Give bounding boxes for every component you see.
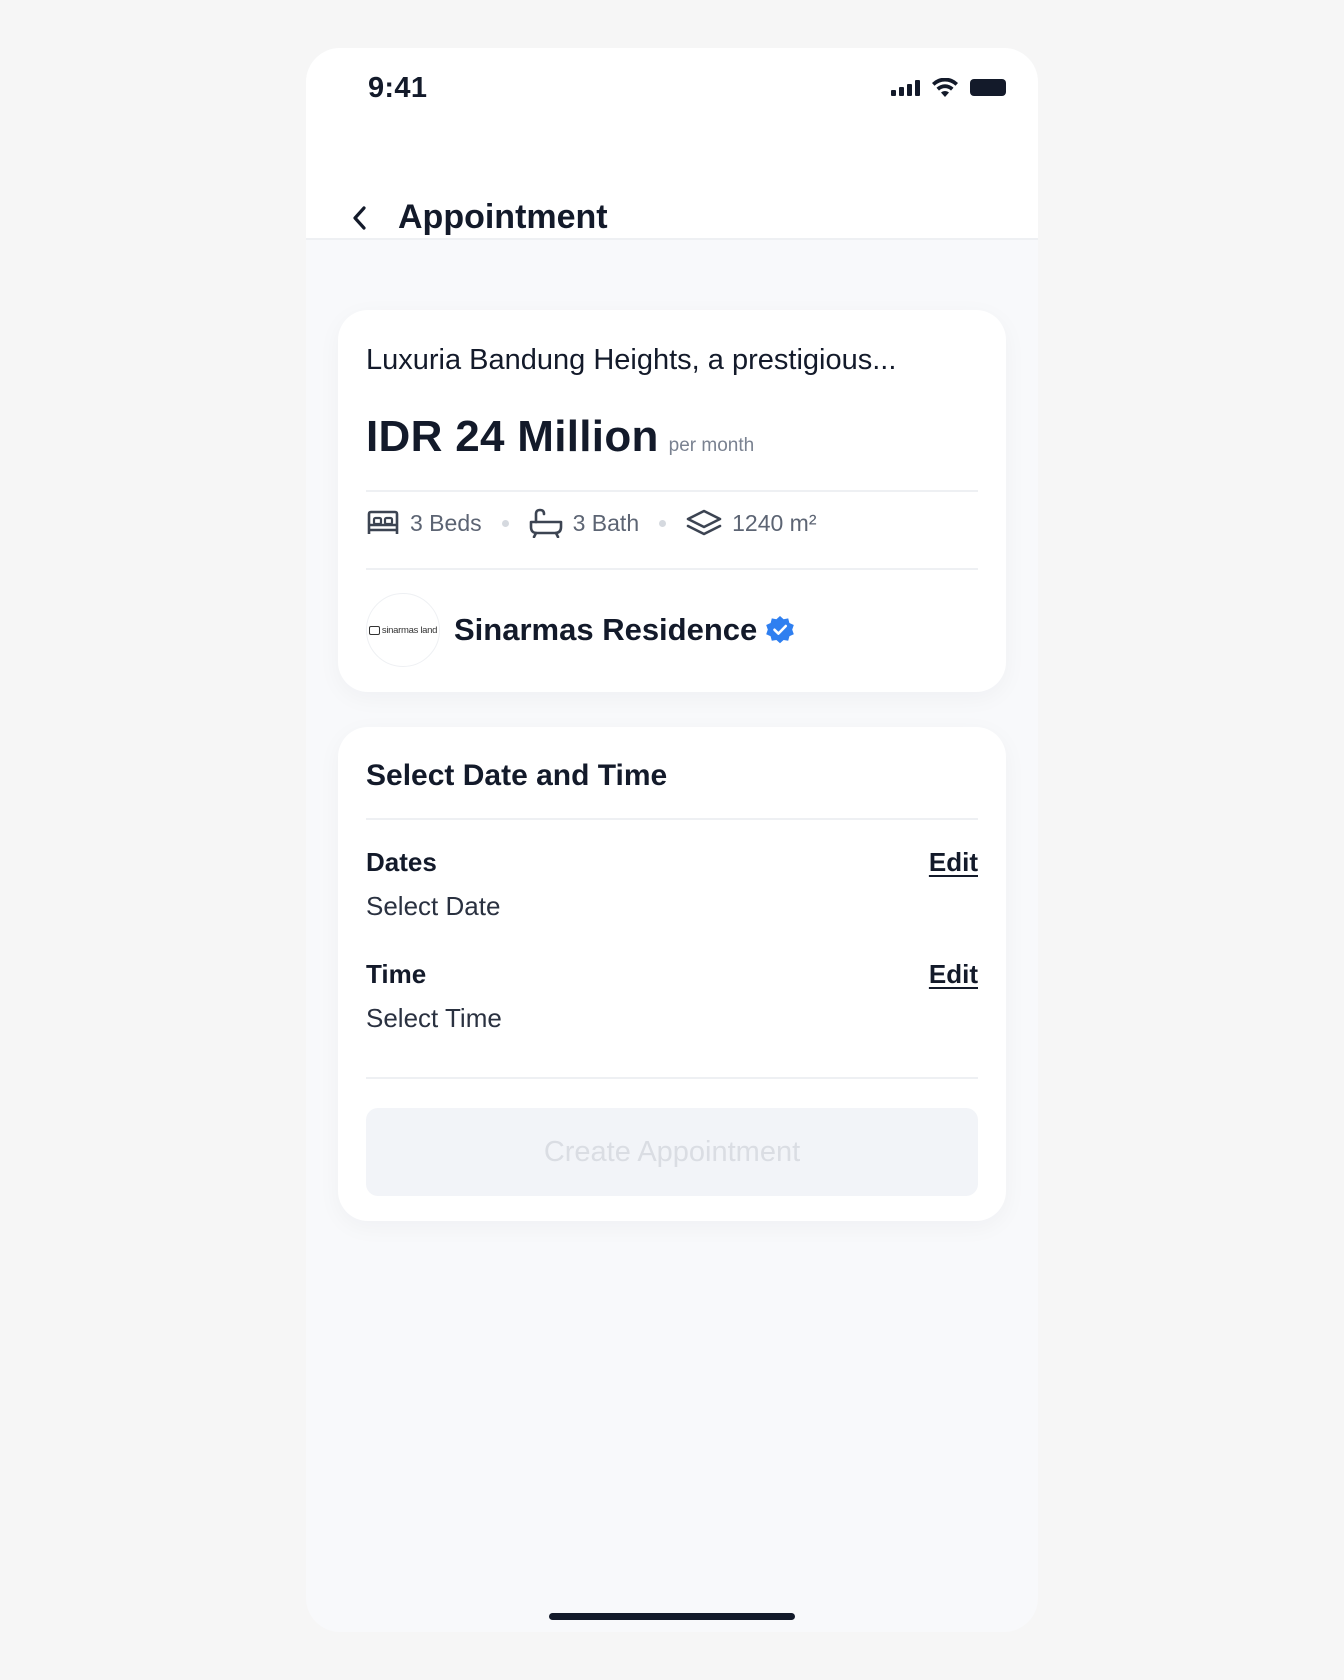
chevron-left-icon (353, 205, 366, 230)
beds-spec: 3 Beds (366, 510, 482, 537)
page-title: Appointment (398, 198, 608, 236)
time-label: Time (366, 959, 427, 989)
battery-icon (970, 79, 1006, 96)
status-time: 9:41 (368, 72, 428, 104)
divider (366, 568, 978, 570)
property-card[interactable]: Luxuria Bandung Heights, a prestigious..… (338, 310, 1006, 692)
property-title: Luxuria Bandung Heights, a prestigious..… (366, 344, 897, 376)
section-title: Select Date and Time (366, 759, 668, 792)
beds-label: 3 Beds (410, 509, 482, 536)
layers-icon (686, 509, 722, 536)
bed-icon (367, 510, 399, 534)
top-bar: 9:41 Appointment (306, 48, 1038, 240)
developer-row[interactable]: sinarmas land Sinarmas Residence (366, 593, 795, 667)
logo-mark (368, 625, 380, 635)
developer-name: Sinarmas Residence (454, 612, 758, 647)
back-button[interactable] (342, 200, 378, 236)
signal-icon (891, 79, 920, 96)
home-indicator (549, 1613, 795, 1620)
schedule-card: Select Date and Time Dates Edit Select D… (338, 727, 1006, 1221)
time-value[interactable]: Select Time (366, 1003, 502, 1034)
divider (366, 490, 978, 492)
dates-value[interactable]: Select Date (366, 891, 500, 922)
wifi-icon (932, 78, 958, 97)
developer-logo: sinarmas land (366, 593, 440, 667)
verified-badge-icon (765, 615, 795, 645)
bathtub-icon (529, 508, 562, 538)
developer-logo-text: sinarmas land (381, 624, 438, 636)
price-period: per month (668, 435, 755, 456)
divider (366, 1077, 978, 1079)
edit-time-link[interactable]: Edit (929, 959, 978, 990)
dates-label: Dates (366, 847, 437, 877)
divider (366, 818, 978, 820)
property-specs: 3 Beds 3 Bath 1240 m² (366, 505, 816, 541)
nav-bar: Appointment (342, 198, 608, 237)
bath-spec: 3 Bath (529, 508, 640, 538)
separator-dot (501, 519, 509, 527)
area-spec: 1240 m² (686, 509, 816, 537)
phone-screen: 9:41 Appointment Luxuria Bandung Heights… (306, 48, 1038, 1632)
property-price: IDR 24 Million (366, 412, 659, 461)
area-label: 1240 m² (732, 509, 817, 536)
price-row: IDR 24 Million per month (366, 412, 754, 462)
separator-dot (659, 519, 667, 527)
bath-label: 3 Bath (572, 509, 640, 536)
status-icons (891, 78, 1006, 97)
edit-dates-link[interactable]: Edit (929, 847, 978, 878)
create-appointment-button[interactable]: Create Appointment (366, 1108, 978, 1196)
